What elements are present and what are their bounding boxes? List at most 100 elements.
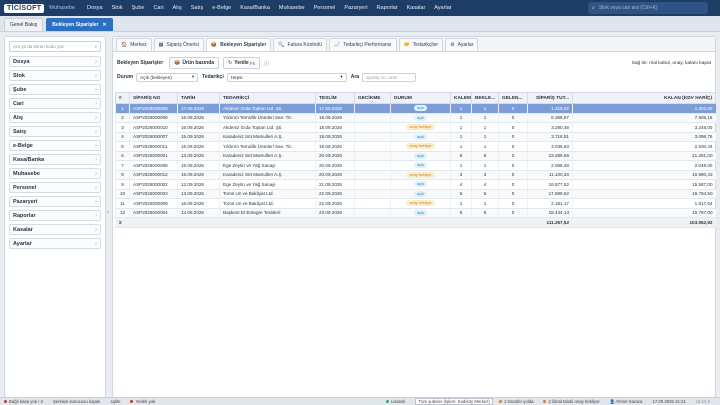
refresh-button[interactable]: ↻ Yenile F5	[223, 57, 260, 69]
waiting-count: 3	[471, 170, 499, 180]
menu-dosya[interactable]: Dosya	[87, 5, 103, 11]
table-row[interactable]: 10 ASP2026000003 13.09.2026 Toros Un ve Bak…	[115, 189, 716, 199]
menu-pazaryeri[interactable]: Pazaryeri	[344, 5, 367, 11]
order-amount: 1.315,02	[527, 103, 573, 114]
tab-tedarikci-performansi[interactable]: 📈 Tedarikçi Performansı	[328, 38, 397, 51]
tab-fatura-kontrolu[interactable]: 🔍 Fatura Kontrolü	[273, 38, 327, 51]
table-row[interactable]: 6 ASP2026000001 13.09.2026 Karadeniz Süt Ma…	[115, 151, 716, 161]
column-header[interactable]: SİPARİŞ TUT...	[527, 92, 573, 104]
table-row[interactable]: 1 ASP2026000009 17.09.2026 Akdeniz Gıda Top…	[115, 103, 716, 114]
table-row[interactable]: 8 ASP2026000012 16.09.2026 Karadeniz Süt Ma…	[115, 170, 716, 180]
delivery-date: 20.09.2026	[315, 151, 355, 161]
sidebar-search-input[interactable]: Ara ya da ekran kodu yaz ⌕	[9, 41, 101, 52]
status-cash-register: Bağlı kasa yok / 3	[4, 399, 43, 404]
column-header[interactable]: TARİH	[177, 92, 220, 104]
sidebar-item-stok[interactable]: Stok ›	[9, 70, 101, 81]
table-row[interactable]: 4 ASP2026000007 15.09.2026 Karadeniz Süt Ma…	[115, 132, 716, 142]
doc-tab-overview[interactable]: Genel Bakış	[4, 18, 44, 31]
menu-sube[interactable]: Şube	[132, 5, 145, 11]
menu-kasa-banka[interactable]: Kasa/Banka	[240, 5, 270, 11]
menu-alis[interactable]: Alış	[173, 5, 182, 11]
sidebar-collapse-icon[interactable]: ‹	[107, 210, 109, 216]
app-logo: TİCİSOFT	[4, 3, 45, 13]
supplier-filter-select[interactable]: Hepsi ▾	[226, 72, 347, 82]
branch-select[interactable]: Tüm şubeler (İşlem: Kadıköy Merkez)	[415, 398, 493, 405]
table-row[interactable]: 5 ASP2026000011 16.09.2026 Yıldırım Temizli…	[115, 141, 716, 152]
tab-tedarikciler[interactable]: 🤝 Tedarikçiler	[398, 38, 444, 51]
status-transfer[interactable]: 1 transfer yolda	[498, 399, 534, 404]
sidebar-item-satis[interactable]: Satış ›	[9, 126, 101, 137]
column-header[interactable]: GELEN...	[498, 92, 528, 104]
column-header[interactable]: BEKLE...	[471, 92, 499, 104]
table-row[interactable]: 12 ASP2026000004 14.09.2026 Başkent Et Ente…	[115, 208, 716, 218]
column-header[interactable]: #	[115, 92, 130, 104]
global-search-placeholder: Stok veya cari ara (Ctrl+K)	[598, 5, 658, 11]
table-row[interactable]: 11 ASP2026000009 16.09.2026 Toros Un ve Bak…	[115, 198, 716, 209]
table-row[interactable]: 7 ASP2026000008 15.09.2026 Ege Zeytin ve Ya…	[115, 160, 716, 171]
home-icon: 🏠	[121, 42, 128, 48]
remaining-amount: 1.302,00	[572, 103, 716, 114]
menu-raporlar[interactable]: Raporlar	[377, 5, 398, 11]
status-filter-select[interactable]: Açık (bekleyen) ▾	[136, 72, 199, 82]
menu-kasalar[interactable]: Kasalar	[407, 5, 426, 11]
menu-muhasebe[interactable]: Muhasebe	[279, 5, 305, 11]
menu-stok[interactable]: Stok	[112, 5, 123, 11]
close-icon[interactable]: ✕	[102, 22, 106, 28]
table-row[interactable]: 3 ASP2026000010 16.09.2026 Akdeniz Gıda Top…	[115, 122, 716, 133]
column-header[interactable]: KALEM	[450, 92, 472, 104]
item-count: 1	[450, 103, 472, 114]
sidebar-item-label: Cari	[13, 100, 24, 107]
column-header[interactable]: GECİKME	[354, 92, 391, 104]
sidebar-item-ayarlar[interactable]: Ayarlar ›	[9, 238, 101, 249]
tab-merkez[interactable]: 🏠 Merkez	[116, 38, 152, 51]
order-search-input[interactable]: sipariş no, ürün	[362, 72, 417, 82]
status-user[interactable]: 👤 Ahmet Karaca	[610, 399, 643, 405]
menu-personel[interactable]: Personel	[314, 5, 336, 11]
supplier-name: Toros Un ve Bakliyat Ltd.	[219, 198, 316, 209]
doc-tab-label: Bekleyen Siparişler	[52, 22, 99, 28]
sidebar-item-sube[interactable]: Şube ›	[9, 84, 101, 95]
status-approval[interactable]: 2 ilimal talebi onay bekliyor	[543, 399, 600, 404]
sidebar-item-dosya[interactable]: Dosya ›	[9, 56, 101, 67]
sidebar-item-kasalar[interactable]: Kasalar ›	[9, 224, 101, 235]
status-badge: açık	[414, 181, 427, 188]
sidebar-item-ebelge[interactable]: e-Belge ›	[9, 140, 101, 151]
refresh-shortcut: F5	[249, 60, 255, 66]
column-header[interactable]: TEDARİKÇİ	[219, 92, 316, 104]
sidebar-item-raporlar[interactable]: Raporlar ›	[9, 210, 101, 221]
waiting-count: 1	[471, 160, 499, 171]
doc-tab-pending-orders[interactable]: Bekleyen Siparişler ✕	[46, 18, 113, 31]
item-count: 3	[450, 170, 472, 180]
tab-siparis-onerisi[interactable]: ▦ Sipariş Önerisi	[153, 38, 204, 51]
sidebar-item-pazaryeri[interactable]: Pazaryeri ›	[9, 196, 101, 207]
sidebar-item-personel[interactable]: Personel ›	[9, 182, 101, 193]
sidebar-item-muhasebe[interactable]: Muhasebe ›	[9, 168, 101, 179]
column-header[interactable]: TESLİM	[315, 92, 355, 104]
status-badge: açık	[414, 209, 427, 216]
menu-ebelge[interactable]: e-Belge	[212, 5, 231, 11]
help-icon[interactable]: ⓘ	[264, 60, 269, 67]
column-header[interactable]: SİPARİŞ NO	[129, 92, 178, 104]
column-header[interactable]: KALAN (KDV HARİÇ)	[572, 92, 716, 104]
column-header[interactable]: DURUM	[390, 92, 451, 104]
sidebar-item-kasa-banka[interactable]: Kasa/Banka ›	[9, 154, 101, 165]
product-view-button[interactable]: 📦 Ürün bazında	[169, 57, 220, 69]
sidebar-item-alis[interactable]: Alış ›	[9, 112, 101, 123]
status-badge: onay bekliyor	[406, 200, 435, 207]
menu-ayarlar[interactable]: Ayarlar	[434, 5, 451, 11]
table-row[interactable]: 2 ASP2026000006 15.09.2026 Yıldırım Temizli…	[115, 113, 716, 123]
delay	[354, 160, 391, 171]
status-text: 1 transfer yolda	[503, 399, 534, 404]
remaining-amount: 10.990,43	[572, 170, 716, 180]
received-count: 0	[498, 122, 528, 133]
order-date: 16.09.2026	[177, 122, 220, 133]
table-row[interactable]: 9 ASP2026000002 12.09.2026 Ege Zeytin ve Ya…	[115, 179, 716, 190]
tab-bekleyen-siparisler[interactable]: 📦 Bekleyen Siparişler	[205, 38, 272, 51]
sidebar-item-cari[interactable]: Cari ›	[9, 98, 101, 109]
menu-satis[interactable]: Satış	[191, 5, 204, 11]
delivery-date: 18.09.2026	[315, 113, 355, 123]
order-number: ASP2026000010	[129, 122, 178, 133]
tab-ayarlar[interactable]: ⚙ Ayarlar	[445, 38, 479, 51]
menu-cari[interactable]: Cari	[153, 5, 163, 11]
global-search-input[interactable]: ⌕ Stok veya cari ara (Ctrl+K)	[588, 2, 708, 14]
